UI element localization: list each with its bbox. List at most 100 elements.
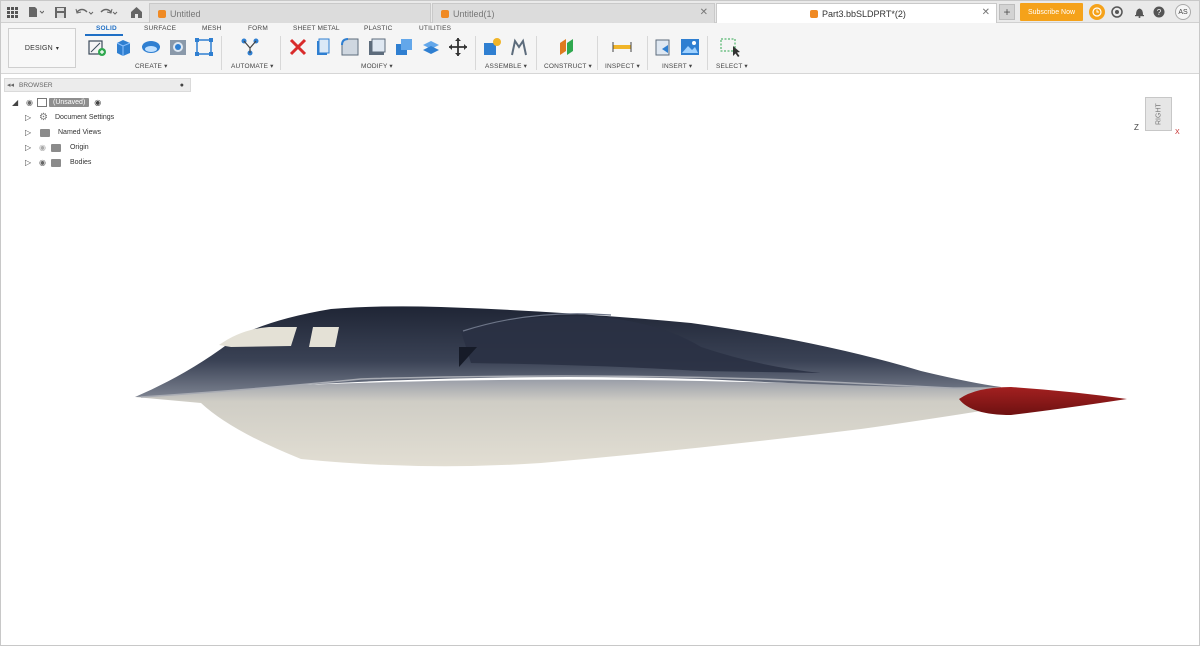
divider: [707, 36, 708, 70]
redo-icon[interactable]: [99, 4, 119, 20]
part-icon: [158, 9, 166, 18]
measure-icon[interactable]: [612, 37, 632, 57]
insert-menu[interactable]: INSERT ▾: [662, 62, 692, 70]
document-icon: [36, 98, 47, 107]
tab-label: Untitled: [170, 8, 201, 19]
pattern-icon[interactable]: [194, 37, 214, 57]
offset-face-icon[interactable]: [421, 37, 441, 57]
select-icon[interactable]: [720, 37, 740, 57]
browser-item-origin[interactable]: ▷ ◉ Origin: [25, 141, 89, 154]
close-icon[interactable]: ✕: [982, 7, 990, 18]
modify-menu[interactable]: MODIFY ▾: [361, 62, 393, 70]
delete-icon[interactable]: [288, 37, 308, 57]
inspect-menu[interactable]: INSPECT ▾: [605, 62, 640, 70]
home-icon[interactable]: [129, 4, 143, 20]
select-menu[interactable]: SELECT ▾: [716, 62, 748, 70]
revolve-icon[interactable]: [140, 37, 160, 57]
close-icon[interactable]: ✕: [700, 7, 708, 18]
new-component-icon[interactable]: [482, 37, 502, 57]
extrude-icon[interactable]: [113, 37, 133, 57]
folder-icon: [40, 128, 50, 137]
create-sketch-icon[interactable]: [87, 37, 107, 57]
tab-surface[interactable]: SURFACE: [144, 25, 176, 32]
triangle-collapsed-icon[interactable]: ▷: [25, 113, 35, 122]
tab-untitled-1[interactable]: Untitled(1) ✕: [432, 3, 715, 23]
clock-icon[interactable]: [1089, 4, 1105, 20]
grid-icon[interactable]: [5, 4, 19, 20]
part-icon: [810, 9, 818, 18]
divider: [475, 36, 476, 70]
aircraft-model[interactable]: [1, 1, 1200, 646]
item-label: Named Views: [58, 129, 102, 136]
toolbar: DESIGN ▾ SOLID SURFACE MESH FORM SHEET M…: [1, 23, 1199, 74]
help-icon[interactable]: ?: [1151, 4, 1167, 20]
tab-label: Untitled(1): [453, 8, 495, 19]
active-tab-indicator: [85, 34, 123, 36]
press-pull-icon[interactable]: [314, 37, 334, 57]
browser-root[interactable]: ◢ ◉ (Unsaved) ◉: [12, 96, 101, 109]
new-tab-button[interactable]: +: [999, 4, 1015, 20]
eye-hidden-icon[interactable]: ◉: [39, 143, 46, 152]
chevron-down-icon: ▾: [55, 45, 60, 52]
subscribe-button[interactable]: Subscribe Now: [1020, 3, 1083, 21]
insert-image-icon[interactable]: [680, 37, 700, 57]
assemble-menu[interactable]: ASSEMBLE ▾: [485, 62, 527, 70]
tab-utilities[interactable]: UTILITIES: [419, 25, 451, 32]
shell-icon[interactable]: [367, 37, 387, 57]
eye-icon[interactable]: ◉: [26, 98, 33, 107]
avatar[interactable]: AS: [1175, 4, 1191, 20]
file-icon[interactable]: [27, 4, 45, 20]
item-label: Document Settings: [54, 114, 115, 121]
collapse-icon[interactable]: ◂◂: [7, 81, 14, 89]
triangle-collapsed-icon[interactable]: ▷: [25, 143, 35, 152]
axis-x-label: X: [1175, 129, 1180, 136]
divider: [280, 36, 281, 70]
joint-icon[interactable]: [509, 37, 529, 57]
tab-form[interactable]: FORM: [248, 25, 268, 32]
hole-icon[interactable]: [168, 37, 188, 57]
offset-plane-icon[interactable]: [557, 37, 577, 57]
tab-solid[interactable]: SOLID: [96, 25, 117, 32]
automate-menu[interactable]: AUTOMATE ▾: [231, 62, 274, 70]
tab-untitled[interactable]: Untitled: [149, 3, 431, 23]
folder-icon: [50, 158, 61, 167]
insert-derive-icon[interactable]: [654, 37, 674, 57]
design-workspace-button[interactable]: DESIGN ▾: [8, 28, 76, 68]
radio-icon[interactable]: ◉: [94, 98, 101, 107]
tab-mesh[interactable]: MESH: [202, 25, 222, 32]
triangle-collapsed-icon[interactable]: ▷: [25, 158, 35, 167]
pin-icon[interactable]: ●: [180, 82, 184, 89]
view-cube-face-label: RIGHT: [1155, 103, 1163, 125]
triangle-expanded-icon[interactable]: ◢: [12, 98, 22, 107]
automate-icon[interactable]: [240, 37, 260, 57]
divider: [597, 36, 598, 70]
tab-label: Part3.bbSLDPRT*(2): [822, 8, 906, 19]
folder-icon: [50, 143, 61, 152]
save-icon[interactable]: [53, 4, 67, 20]
divider: [647, 36, 648, 70]
tab-sheet-metal[interactable]: SHEET METAL: [293, 25, 340, 32]
browser-item-bodies[interactable]: ▷ ◉ Bodies: [25, 156, 91, 169]
move-icon[interactable]: [448, 37, 468, 57]
jobs-icon[interactable]: [1109, 4, 1125, 20]
undo-icon[interactable]: [75, 4, 95, 20]
triangle-collapsed-icon[interactable]: ▷: [25, 128, 35, 137]
combine-icon[interactable]: [394, 37, 414, 57]
create-menu[interactable]: CREATE ▾: [135, 62, 168, 70]
tab-part3[interactable]: Part3.bbSLDPRT*(2) ✕: [716, 3, 997, 23]
eye-icon[interactable]: ◉: [39, 158, 46, 167]
fillet-icon[interactable]: [340, 37, 360, 57]
divider: [536, 36, 537, 70]
fusion-window: Untitled Untitled(1) ✕ Part3.bbSLDPRT*(2…: [0, 0, 1200, 646]
browser-item-named-views[interactable]: ▷ Named Views: [25, 126, 101, 139]
construct-menu[interactable]: CONSTRUCT ▾: [544, 62, 592, 70]
browser-item-document-settings[interactable]: ▷ ⚙ Document Settings: [25, 111, 114, 124]
svg-text:?: ?: [1157, 8, 1162, 17]
tab-plastic[interactable]: PLASTIC: [364, 25, 393, 32]
browser-title: BROWSER: [19, 81, 53, 89]
design-label: DESIGN: [24, 44, 53, 52]
bell-icon[interactable]: [1131, 4, 1147, 20]
browser-header[interactable]: ◂◂ BROWSER ●: [4, 78, 191, 92]
item-label: Origin: [69, 144, 89, 151]
part-icon: [441, 9, 449, 18]
